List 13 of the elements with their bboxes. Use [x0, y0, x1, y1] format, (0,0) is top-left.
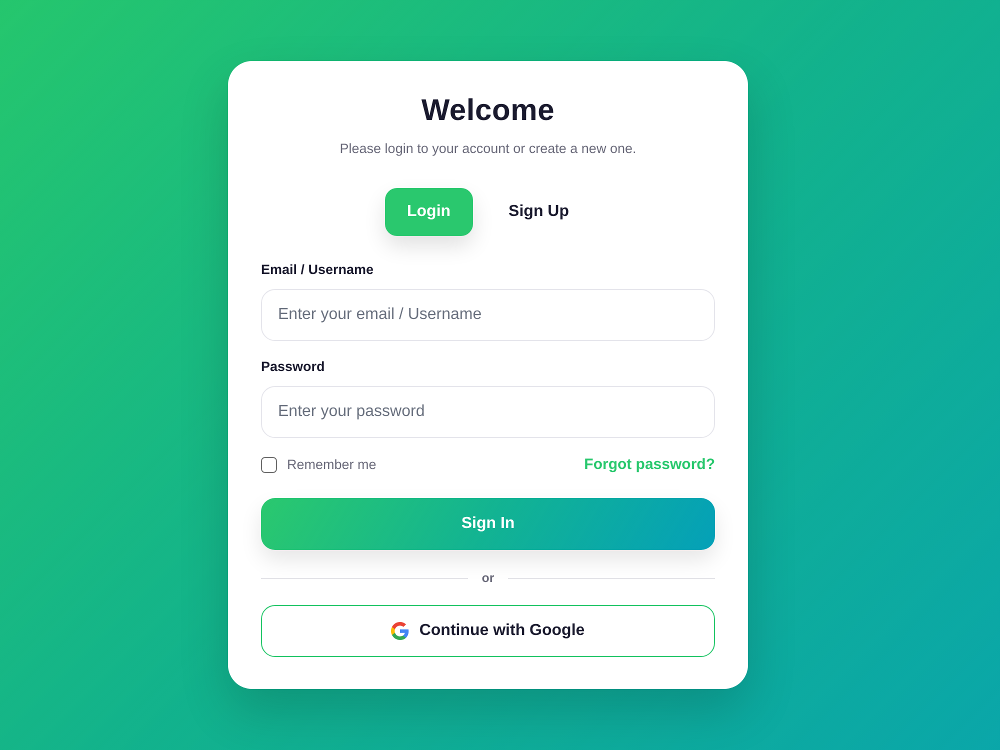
- subtitle-text: Please login to your account or create a new one.: [338, 140, 638, 158]
- input-field[interactable]: Enter your email / Username: [261, 289, 715, 341]
- field-label: Password: [261, 359, 326, 375]
- remember-checkbox[interactable]: [261, 457, 277, 473]
- google-button[interactable]: Continue with Google: [261, 605, 715, 657]
- checkbox-label[interactable]: Remember me: [287, 454, 376, 476]
- tab[interactable]: Sign Up: [486, 188, 591, 236]
- divider-text: or: [482, 570, 494, 587]
- card-title: Welcome: [420, 93, 556, 129]
- sign-in-button[interactable]: Sign In: [261, 498, 715, 550]
- field-label: Email / Username: [261, 262, 375, 278]
- google-icon: [391, 622, 410, 640]
- input-field[interactable]: Enter your password: [261, 386, 715, 438]
